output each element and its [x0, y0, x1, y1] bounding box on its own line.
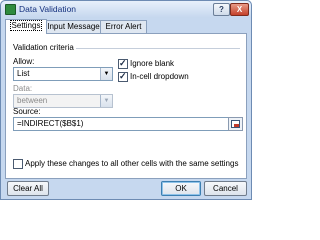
allow-dropdown[interactable]: List ▼ [13, 67, 113, 81]
source-value: =INDIRECT($B$1) [17, 119, 84, 128]
allow-value: List [17, 69, 30, 78]
in-cell-dropdown-checkbox[interactable]: ✓ [118, 71, 128, 82]
data-label: Data: [13, 84, 33, 93]
title-bar[interactable]: Data Validation ? X [1, 1, 251, 18]
allow-label: Allow: [13, 57, 35, 66]
checkmark-icon: ✓ [119, 71, 127, 81]
settings-panel: Validation criteria Allow: List ▼ ✓ Igno… [5, 33, 247, 179]
data-validation-dialog: Data Validation ? X Settings Input Messa… [0, 0, 252, 200]
ok-button[interactable]: OK [161, 181, 201, 196]
source-label: Source: [13, 107, 41, 116]
range-select-marker [234, 124, 239, 127]
tab-settings-label: Settings [9, 20, 43, 31]
excel-icon [5, 4, 16, 15]
group-divider [76, 48, 240, 49]
checkmark-icon: ✓ [119, 58, 127, 68]
data-value: between [17, 96, 48, 105]
close-button[interactable]: X [230, 3, 249, 16]
range-select-button[interactable] [228, 117, 243, 131]
tab-settings[interactable]: Settings [5, 19, 47, 34]
clear-all-button[interactable]: Clear All [7, 181, 49, 196]
chevron-down-icon[interactable]: ▼ [100, 95, 112, 107]
cancel-button[interactable]: Cancel [204, 181, 247, 196]
chevron-down-icon[interactable]: ▼ [100, 68, 112, 80]
source-input[interactable]: =INDIRECT($B$1) [13, 117, 231, 131]
help-button[interactable]: ? [213, 3, 230, 16]
tab-error-alert[interactable]: Error Alert [100, 20, 147, 33]
data-dropdown[interactable]: between ▼ [13, 94, 113, 108]
tab-input-message[interactable]: Input Message [45, 20, 102, 33]
apply-all-label: Apply these changes to all other cells w… [25, 159, 239, 168]
apply-all-checkbox[interactable] [13, 159, 23, 169]
ignore-blank-label: Ignore blank [130, 59, 175, 68]
dialog-title: Data Validation [19, 4, 77, 14]
ignore-blank-checkbox[interactable]: ✓ [118, 58, 128, 69]
in-cell-dropdown-label: In-cell dropdown [130, 72, 189, 81]
validation-criteria-heading: Validation criteria [13, 43, 74, 52]
